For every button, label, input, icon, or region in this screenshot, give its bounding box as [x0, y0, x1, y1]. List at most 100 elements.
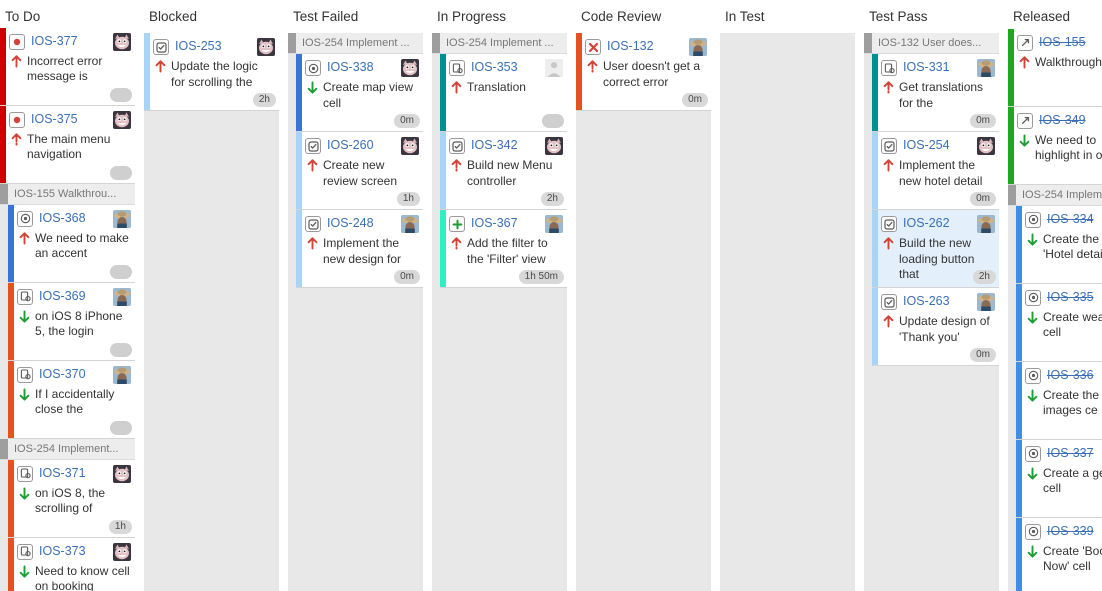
swimlane-color-bar [288, 33, 296, 53]
assignee-avatar [545, 215, 563, 233]
priority-up-dotted-icon [585, 60, 599, 78]
issue-key-link[interactable]: IOS-132 [601, 38, 689, 55]
issue-key-link[interactable]: IOS-369 [33, 288, 113, 305]
swimlane-header[interactable]: IOS-254 Implement ... [1008, 184, 1102, 206]
issue-key-link[interactable]: IOS-370 [33, 366, 113, 383]
column-header-intest[interactable]: In Test [720, 0, 855, 33]
column-body-testfailed[interactable]: IOS-254 Implement ... IOS-338 Create map v… [288, 33, 423, 591]
issue-card[interactable]: IOS-375 The main menu navigation [0, 105, 135, 184]
time-estimate-badge: 0m [970, 114, 996, 128]
issue-key-link[interactable]: IOS-262 [897, 215, 977, 232]
issue-card[interactable]: IOS-155Walkthrough in app1h [1008, 28, 1102, 107]
issue-key-link[interactable]: IOS-371 [33, 465, 113, 482]
column-header-codereview[interactable]: Code Review [576, 0, 711, 33]
priority-down-icon [17, 388, 31, 406]
card-header-row: IOS-334 [1025, 211, 1102, 231]
issue-card[interactable]: IOS-368 We need to make an accent [8, 204, 135, 283]
column-body-todo[interactable]: IOS-377 Incorrect error message is IOS-37… [0, 27, 135, 591]
issue-key-link[interactable]: IOS-254 [897, 137, 977, 154]
swimlane-header[interactable]: IOS-254 Implement ... [288, 33, 423, 54]
issue-card[interactable]: IOS-337Create a generic cell0m [1016, 439, 1102, 518]
issue-card[interactable]: IOS-353 Translation [440, 54, 567, 132]
issue-card[interactable]: IOS-339Create 'Book Now' cell0m [1016, 517, 1102, 591]
issue-key-link[interactable]: IOS-375 [25, 111, 113, 128]
issue-key-link[interactable]: IOS-337 [1041, 445, 1102, 462]
card-header-row: IOS-263 [881, 293, 995, 313]
issue-key-link[interactable]: IOS-377 [25, 33, 113, 50]
column-header-todo[interactable]: To Do [0, 0, 135, 28]
issue-card[interactable]: IOS-370 If I accidentally close the [8, 360, 135, 439]
swimlane-header[interactable]: IOS-155 Walkthrou... [0, 183, 135, 205]
issue-key-link[interactable]: IOS-349 [1033, 112, 1102, 129]
issue-card[interactable]: IOS-342 Build new Menu controller 2h [440, 132, 567, 210]
priority-down-icon [17, 565, 31, 583]
issue-card[interactable]: IOS-373Need to know cell on booking1h [8, 537, 135, 591]
issue-key-link[interactable]: IOS-342 [465, 137, 545, 154]
issue-summary: If I accidentally close the [35, 386, 115, 417]
card-summary-row: Need to know cell on booking [17, 564, 131, 591]
issue-card[interactable]: IOS-338 Create map view cell 0m [296, 54, 423, 132]
issue-key-link[interactable]: IOS-248 [321, 215, 401, 232]
issue-key-link[interactable]: IOS-253 [169, 38, 257, 55]
issue-card[interactable]: IOS-132 User doesn't get a correct error 0… [576, 33, 711, 111]
swimlane-header[interactable]: IOS-132 User does... [864, 33, 999, 54]
column-header-testpass[interactable]: Test Pass [864, 0, 999, 33]
issue-key-link[interactable]: IOS-373 [33, 543, 113, 560]
issue-key-link[interactable]: IOS-339 [1041, 523, 1102, 540]
issue-card[interactable]: IOS-262 Build the new loading button that… [872, 210, 999, 288]
issue-key-link[interactable]: IOS-260 [321, 137, 401, 154]
issue-summary: We need to highlight in our [1035, 132, 1102, 163]
board-column-todo: To Do IOS-377 Incorrect error message is I… [0, 0, 135, 591]
issue-key-link[interactable]: IOS-368 [33, 210, 113, 227]
issue-card[interactable]: IOS-371 on iOS 8, the scrolling of 1h [8, 459, 135, 538]
card-content: IOS-262 Build the new loading button that… [878, 210, 999, 287]
issue-card[interactable]: IOS-331 Get translations for the 0m [872, 54, 999, 132]
bug-type-icon [9, 33, 25, 50]
swimlane-header[interactable]: IOS-254 Implement... [0, 438, 135, 460]
issue-card[interactable]: IOS-263 Update design of 'Thank you' 0m [872, 288, 999, 366]
issue-card[interactable]: IOS-336Create the Hotel images ce0m [1016, 361, 1102, 440]
issue-card[interactable]: IOS-349We need to highlight in our1m [1008, 106, 1102, 185]
issue-card[interactable]: IOS-248 Implement the new design for 0m [296, 210, 423, 288]
issue-key-link[interactable]: IOS-353 [465, 59, 545, 76]
swimlane-header[interactable]: IOS-254 Implement ... [432, 33, 567, 54]
issue-key-link[interactable]: IOS-367 [465, 215, 545, 232]
column-body-released[interactable]: IOS-155Walkthrough in app1h IOS-349 We nee… [1008, 28, 1102, 591]
card-header-row: IOS-253 [153, 38, 275, 58]
column-header-inprogress[interactable]: In Progress [432, 0, 567, 33]
issue-key-link[interactable]: IOS-334 [1041, 211, 1102, 228]
column-body-inprogress[interactable]: IOS-254 Implement ... IOS-353 Translation … [432, 33, 567, 591]
issue-card[interactable]: IOS-260 Create new review screen 1h [296, 132, 423, 210]
issue-summary: Get translations for the [899, 80, 984, 110]
card-summary-row: Create map view cell [305, 80, 419, 111]
card-header-row: IOS-370 [17, 365, 131, 386]
column-header-released[interactable]: Released [1008, 0, 1102, 29]
issue-card[interactable]: IOS-335Create weather cell0m [1016, 283, 1102, 362]
issue-key-link[interactable]: IOS-338 [321, 59, 401, 76]
issue-card[interactable]: IOS-334 Create the main 'Hotel detail cel… [1016, 205, 1102, 284]
story-type-icon [449, 138, 465, 154]
priority-up-icon [17, 232, 31, 250]
issue-card[interactable]: IOS-369 on iOS 8 iPhone 5, the login [8, 282, 135, 361]
issue-card[interactable]: IOS-367 Add the filter to the 'Filter' vi… [440, 210, 567, 288]
issue-summary: Update the logic for scrolling the [171, 59, 258, 89]
column-body-testpass[interactable]: IOS-132 User does... IOS-331 Get translati… [864, 33, 999, 591]
issue-key-link[interactable]: IOS-336 [1041, 367, 1102, 384]
column-body-codereview[interactable]: IOS-132 User doesn't get a correct error 0… [576, 33, 711, 591]
column-body-blocked[interactable]: IOS-253 Update the logic for scrolling th… [144, 33, 279, 591]
card-content: IOS-353 Translation [446, 54, 567, 131]
issue-key-link[interactable]: IOS-335 [1041, 289, 1102, 306]
card-summary-row: Get translations for the [881, 80, 995, 111]
issue-key-link[interactable]: IOS-155 [1033, 34, 1102, 51]
column-header-testfailed[interactable]: Test Failed [288, 0, 423, 33]
issue-key-link[interactable]: IOS-331 [897, 59, 977, 76]
issue-card[interactable]: IOS-253 Update the logic for scrolling th… [144, 33, 279, 111]
issue-card[interactable]: IOS-254 Implement the new hotel detail 0m [872, 132, 999, 210]
issue-key-link[interactable]: IOS-263 [897, 293, 977, 310]
card-header-row: IOS-369 [17, 287, 131, 308]
column-body-intest[interactable] [720, 33, 855, 591]
column-header-blocked[interactable]: Blocked [144, 0, 279, 33]
issue-card[interactable]: IOS-377 Incorrect error message is [0, 27, 135, 106]
assignee-avatar [545, 137, 563, 155]
card-header-row: IOS-377 [9, 32, 131, 53]
